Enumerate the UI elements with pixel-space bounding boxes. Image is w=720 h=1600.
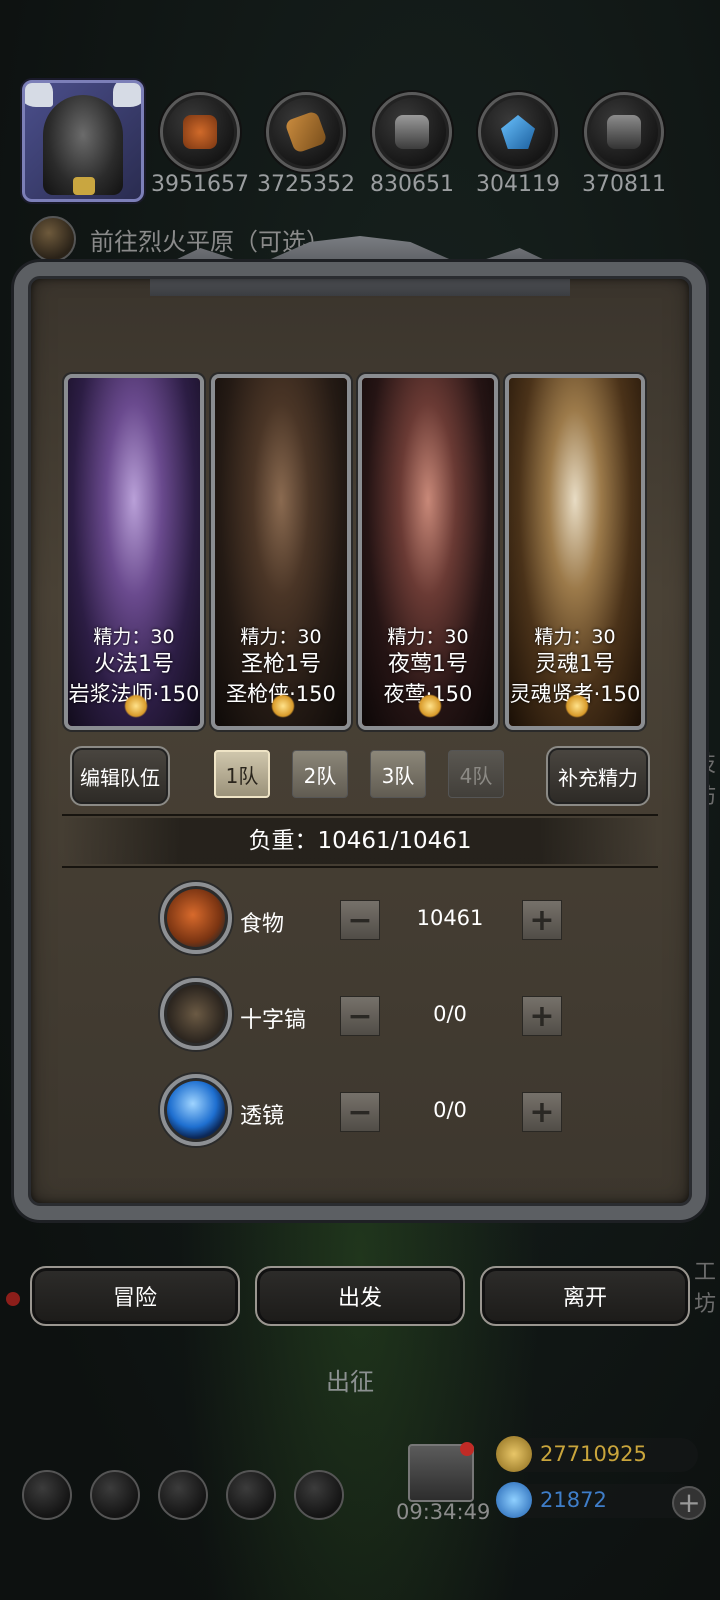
scroll-icon <box>30 216 76 262</box>
hero-card-4[interactable]: 精力：30 灵魂1号 灵魂贤者·150 <box>505 374 645 730</box>
pickaxe-icon <box>160 978 232 1050</box>
gem-icon <box>496 1482 532 1518</box>
player-avatar[interactable] <box>22 80 144 202</box>
gold-count: 27710925 <box>540 1442 647 1466</box>
notification-dot <box>6 1292 20 1306</box>
gold-coin-icon <box>496 1436 532 1472</box>
expedition-label: 出征 <box>326 1368 374 1396</box>
iron-ingot-icon[interactable] <box>372 92 452 172</box>
hero-stamina: 精力：30 <box>93 626 175 648</box>
hero-card-3[interactable]: 精力：30 夜莺1号 夜莺·150 <box>358 374 498 730</box>
sun-emblem-icon <box>565 694 589 718</box>
hero-stamina: 精力：30 <box>387 626 469 648</box>
refill-stamina-button[interactable]: 补充精力 <box>546 746 650 806</box>
wing-left-icon <box>25 83 53 107</box>
lens-minus-button[interactable]: − <box>340 1092 380 1132</box>
gem-count: 21872 <box>540 1488 607 1512</box>
hero-name: 圣枪1号 <box>241 652 321 677</box>
food-minus-button[interactable]: − <box>340 900 380 940</box>
depart-button[interactable]: 出发 <box>255 1266 465 1326</box>
lens-icon <box>160 1074 232 1146</box>
silver-count: 370811 <box>582 172 666 197</box>
castle-icon[interactable] <box>158 1470 208 1520</box>
divider <box>62 866 658 868</box>
tab-team-3[interactable]: 3队 <box>370 750 426 798</box>
edit-team-button[interactable]: 编辑队伍 <box>70 746 170 806</box>
food-plus-button[interactable]: + <box>522 900 562 940</box>
supply-name-pickaxe: 十字镐 <box>240 1008 307 1033</box>
supply-value-lens: 0/0 <box>433 1098 467 1122</box>
lens-plus-button[interactable]: + <box>522 1092 562 1132</box>
mail-icon[interactable] <box>226 1470 276 1520</box>
adventure-button[interactable]: 冒险 <box>30 1266 240 1326</box>
star-icon[interactable] <box>90 1470 140 1520</box>
sun-emblem-icon <box>124 694 148 718</box>
hero-name: 夜莺1号 <box>388 652 468 677</box>
wood-count: 3725352 <box>257 172 355 197</box>
hero-stamina: 精力：30 <box>534 626 616 648</box>
hero-card-1[interactable]: 精力：30 火法1号 岩浆法师·150 <box>64 374 204 730</box>
tab-team-1[interactable]: 1队 <box>214 750 270 798</box>
wood-icon[interactable] <box>266 92 346 172</box>
tab-team-4[interactable]: 4队 <box>448 750 504 798</box>
supply-name-lens: 透镜 <box>240 1104 285 1129</box>
hero-card-2[interactable]: 精力：30 圣枪1号 圣枪侠·150 <box>211 374 351 730</box>
gift-notification-dot <box>460 1442 474 1456</box>
iron-count: 830651 <box>370 172 454 197</box>
avatar-gem-icon <box>73 177 95 195</box>
meat-icon <box>160 882 232 954</box>
meat-icon[interactable] <box>160 92 240 172</box>
load-label: 负重：10461/10461 <box>62 818 658 864</box>
leave-button[interactable]: 离开 <box>480 1266 690 1326</box>
sun-emblem-icon <box>418 694 442 718</box>
supply-name-food: 食物 <box>240 912 285 937</box>
supply-value-food: 10461 <box>416 906 484 930</box>
pickaxe-minus-button[interactable]: − <box>340 996 380 1036</box>
meat-count: 3951657 <box>151 172 249 197</box>
wing-right-icon <box>113 83 141 107</box>
guild-icon[interactable] <box>294 1470 344 1520</box>
pickaxe-plus-button[interactable]: + <box>522 996 562 1036</box>
divider <box>62 814 658 816</box>
sun-emblem-icon <box>271 694 295 718</box>
add-gems-button[interactable]: + <box>672 1486 706 1520</box>
hero-name: 火法1号 <box>94 652 174 677</box>
hero-stamina: 精力：30 <box>240 626 322 648</box>
tab-team-2[interactable]: 2队 <box>292 750 348 798</box>
hero-name: 灵魂1号 <box>535 652 615 677</box>
settings-icon[interactable] <box>22 1470 72 1520</box>
edge-label-lower: 工坊 <box>694 1260 717 1317</box>
crystal-icon[interactable] <box>478 92 558 172</box>
crystal-count: 304119 <box>476 172 560 197</box>
clock-label: 09:34:49 <box>396 1500 491 1524</box>
supply-value-pickaxe: 0/0 <box>433 1002 467 1026</box>
silver-ingot-icon[interactable] <box>584 92 664 172</box>
